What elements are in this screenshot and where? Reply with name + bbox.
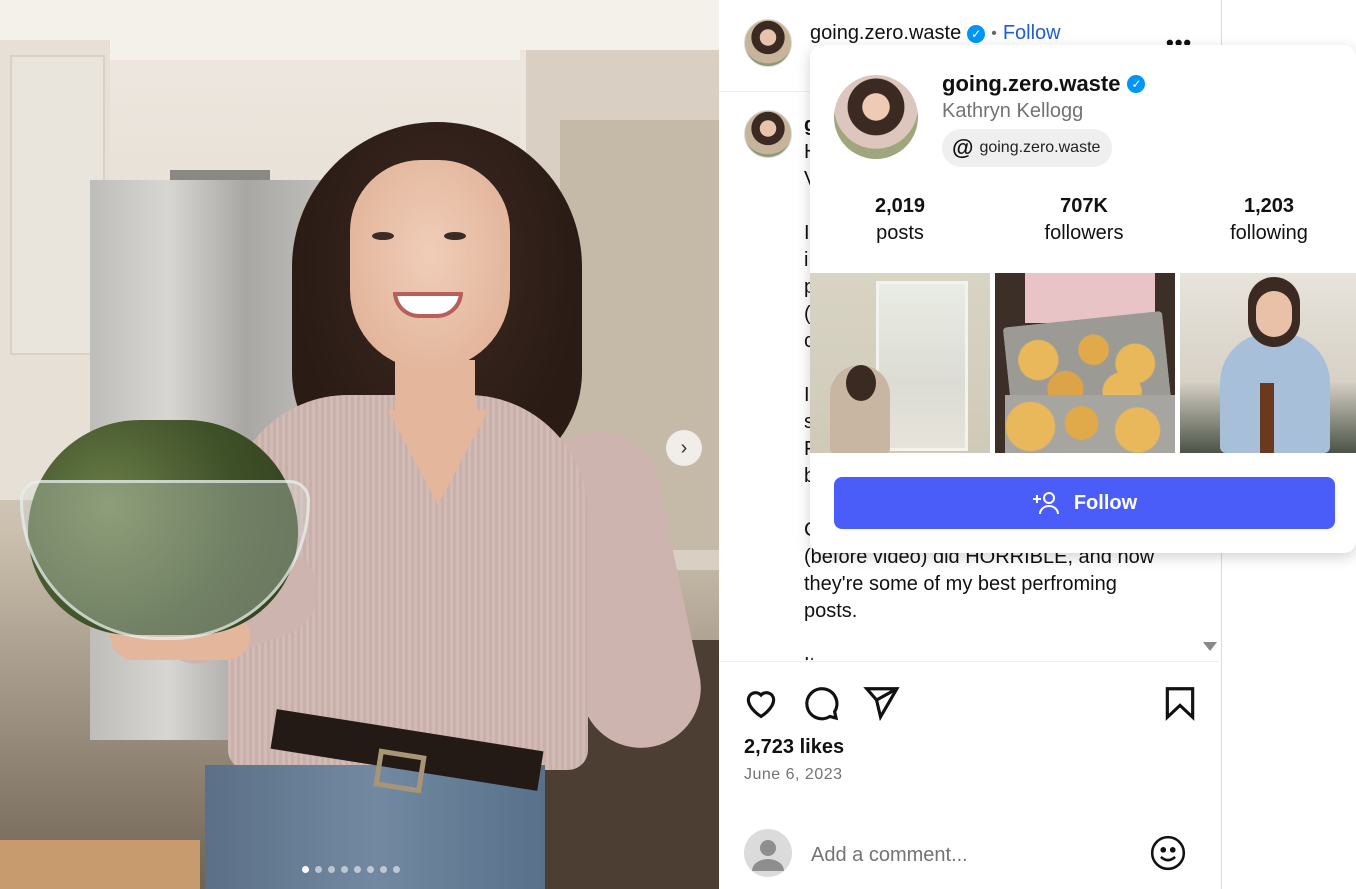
likes-count[interactable]: 2,723 likes: [744, 736, 844, 759]
stat-label: followers: [1044, 222, 1124, 244]
follow-button-label: Follow: [1073, 491, 1138, 514]
scroll-down-arrow[interactable]: [1203, 642, 1217, 651]
current-user-avatar: [744, 829, 792, 877]
emoji-icon[interactable]: [1149, 834, 1187, 872]
caption-line: posts.: [804, 600, 858, 622]
stat-followers: 707K followers: [1004, 195, 1164, 245]
photo-vneck: [388, 410, 488, 505]
photo-buckle: [373, 748, 427, 794]
profile-name-row: going.zero.waste ✓: [942, 71, 1146, 97]
carousel-dot: [393, 866, 400, 873]
thumb-tray: [1005, 395, 1175, 453]
profile-avatar[interactable]: [834, 75, 918, 159]
post-actions: 2,723 likes June 6, 2023: [719, 661, 1222, 889]
carousel-dot: [328, 866, 335, 873]
add-user-icon: [1032, 492, 1059, 515]
carousel-dot: [380, 866, 387, 873]
verified-badge-icon: ✓: [967, 24, 986, 43]
chevron-right-icon: ›: [680, 436, 688, 459]
user-placeholder-icon: [752, 840, 784, 871]
carousel-dot: [354, 866, 361, 873]
separator-dot: •: [991, 24, 997, 42]
stat-value: 2,019: [874, 195, 926, 217]
profile-full-name: Kathryn Kellogg: [942, 100, 1084, 122]
threads-link[interactable]: @ going.zero.waste: [942, 129, 1113, 167]
thumb-face: [1256, 291, 1292, 337]
carousel-dot: [302, 866, 309, 873]
stat-value: 707K: [1060, 195, 1108, 217]
threads-handle: going.zero.waste: [979, 139, 1101, 156]
follow-button[interactable]: Follow: [834, 477, 1335, 529]
stat-label: posts: [876, 222, 924, 244]
profile-hover-card: going.zero.waste ✓ Kathryn Kellogg @ goi…: [810, 45, 1356, 553]
thumb-person: [1220, 333, 1330, 453]
caption-line: [804, 625, 1199, 652]
carousel-dot: [367, 866, 374, 873]
author-avatar[interactable]: [744, 19, 792, 67]
caption-avatar[interactable]: [744, 110, 792, 158]
photo-face: [350, 160, 510, 370]
comment-input[interactable]: [811, 840, 1131, 870]
recent-post-thumbnail[interactable]: [995, 273, 1175, 453]
stat-label: following: [1230, 222, 1308, 244]
carousel-dot: [315, 866, 322, 873]
heart-icon[interactable]: [742, 684, 780, 722]
author-row: going.zero.waste ✓ • Follow: [810, 22, 1061, 45]
photo-eye-right: [444, 232, 466, 240]
caption-line: they're some of my best perfroming: [804, 573, 1117, 595]
stat-value: 1,203: [1243, 195, 1295, 217]
recent-posts-grid: [810, 273, 1356, 453]
threads-icon: @: [952, 135, 974, 160]
photo-counter: [0, 840, 200, 889]
photo-eye-left: [372, 232, 394, 240]
post-date[interactable]: June 6, 2023: [744, 766, 843, 784]
stat-following: 1,203 following: [1189, 195, 1349, 245]
header-follow-link[interactable]: Follow: [1003, 22, 1061, 45]
verified-badge-icon: ✓: [1127, 75, 1146, 93]
profile-stats: 2,019 posts 707K followers 1,203 followi…: [810, 195, 1356, 255]
carousel-dot: [341, 866, 348, 873]
carousel-dots: [302, 866, 400, 873]
bookmark-icon[interactable]: [1161, 684, 1199, 722]
thumb-bottle: [1260, 383, 1274, 453]
recent-post-thumbnail[interactable]: [810, 273, 990, 453]
caption-line: It: [804, 652, 1199, 660]
send-icon[interactable]: [862, 684, 900, 722]
stat-posts: 2,019 posts: [820, 195, 980, 245]
carousel-next-button[interactable]: ›: [666, 430, 702, 466]
profile-username[interactable]: going.zero.waste: [942, 71, 1120, 97]
recent-post-thumbnail[interactable]: [1180, 273, 1356, 453]
comment-icon[interactable]: [802, 684, 840, 722]
author-username[interactable]: going.zero.waste: [810, 22, 961, 45]
thumb-head: [846, 365, 876, 401]
post-media[interactable]: ›: [0, 0, 719, 889]
